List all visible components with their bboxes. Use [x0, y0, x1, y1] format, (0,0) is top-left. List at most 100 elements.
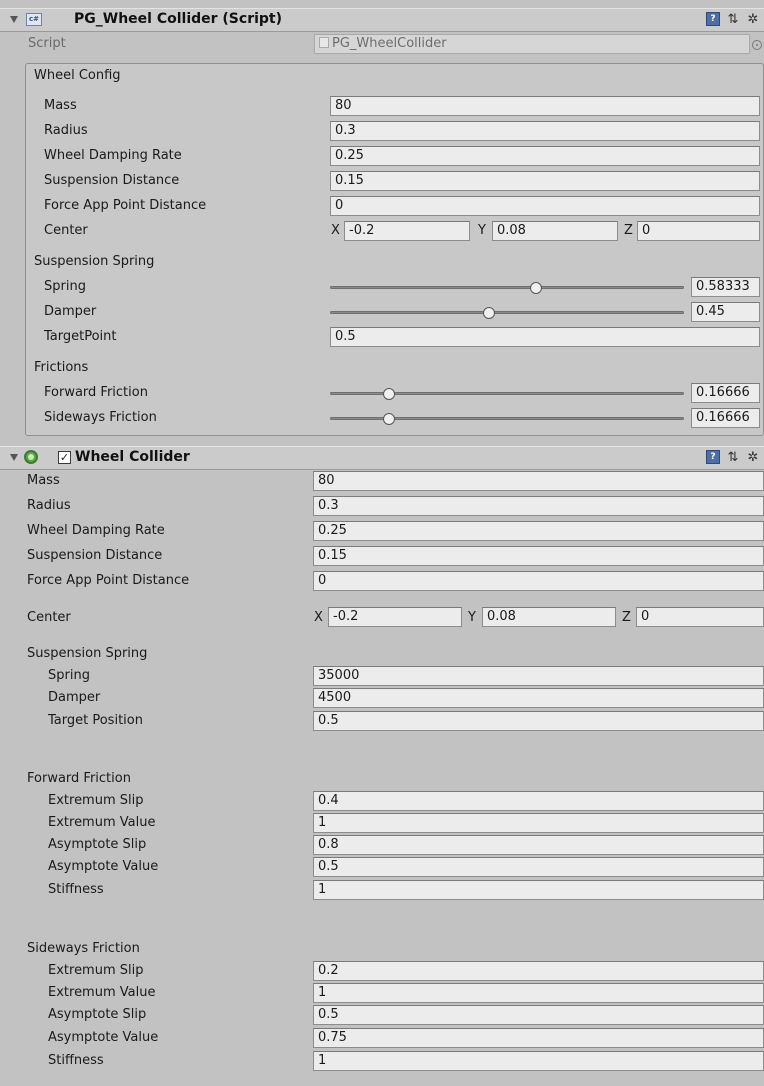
wc-center-z-field[interactable]: 0: [636, 607, 764, 627]
wc-side-asymptote-slip-label: Asymptote Slip: [48, 1007, 147, 1022]
pg-suspension-distance-label: Suspension Distance: [44, 173, 180, 188]
pg-sideways-friction-label: Sideways Friction: [44, 410, 157, 425]
help-book-icon[interactable]: ?: [706, 450, 720, 464]
preset-icon[interactable]: ⇅: [726, 12, 740, 27]
wc-fwd-stiffness-label: Stiffness: [48, 882, 104, 897]
wc-damper-field[interactable]: 4500: [313, 688, 764, 708]
component-title: PG_Wheel Collider (Script): [74, 11, 283, 27]
wc-fwd-stiffness-field[interactable]: 1: [313, 880, 764, 900]
wc-forward-friction-heading: Forward Friction: [27, 771, 131, 786]
pg-center-z-field[interactable]: 0: [637, 221, 760, 241]
wc-force-app-label: Force App Point Distance: [27, 573, 190, 588]
wc-center-x-label: X: [314, 610, 323, 625]
wc-spring-label: Spring: [48, 668, 90, 683]
wc-center-z-label: Z: [622, 610, 631, 625]
script-field[interactable]: PG_WheelCollider: [314, 34, 750, 54]
wc-fwd-extremum-slip-field[interactable]: 0.4: [313, 791, 764, 811]
pg-mass-field[interactable]: 80: [330, 96, 760, 116]
pg-frictions-heading: Frictions: [34, 360, 89, 375]
object-picker-icon[interactable]: [752, 40, 762, 50]
gear-icon[interactable]: ✲: [746, 12, 760, 27]
wc-side-asymptote-value-field[interactable]: 0.75: [313, 1028, 764, 1048]
pg-suspension-distance-field[interactable]: 0.15: [330, 171, 760, 191]
pg-damper-slider-track[interactable]: [330, 311, 684, 314]
pg-targetpoint-label: TargetPoint: [44, 329, 117, 344]
pg-sideways-friction-field[interactable]: 0.16666: [691, 408, 760, 428]
pg-damper-label: Damper: [44, 304, 97, 319]
pg-center-label: Center: [44, 223, 88, 238]
pg-sideways-friction-slider-thumb[interactable]: [382, 413, 395, 425]
pg-center-z-label: Z: [624, 223, 633, 238]
wc-fwd-asymptote-slip-label: Asymptote Slip: [48, 837, 147, 852]
wc-force-app-field[interactable]: 0: [313, 571, 764, 591]
help-book-icon[interactable]: ?: [706, 12, 720, 26]
wc-damper-label: Damper: [48, 690, 101, 705]
pg-damping-field[interactable]: 0.25: [330, 146, 760, 166]
wc-target-position-field[interactable]: 0.5: [313, 711, 764, 731]
wheel-config-panel: [25, 63, 764, 436]
wc-side-extremum-value-label: Extremum Value: [48, 985, 156, 1000]
csharp-script-icon: c#: [26, 13, 42, 26]
wc-side-extremum-slip-field[interactable]: 0.2: [313, 961, 764, 981]
wc-center-x-field[interactable]: -0.2: [328, 607, 462, 627]
wc-side-extremum-slip-label: Extremum Slip: [48, 963, 144, 978]
pg-targetpoint-field[interactable]: 0.5: [330, 327, 760, 347]
pg-spring-field[interactable]: 0.58333: [691, 277, 760, 297]
preset-icon[interactable]: ⇅: [726, 450, 740, 465]
pg-center-x-label: X: [331, 223, 340, 238]
wc-damping-label: Wheel Damping Rate: [27, 523, 165, 538]
wc-side-extremum-value-field[interactable]: 1: [313, 983, 764, 1003]
pg-component-header[interactable]: c# PG_Wheel Collider (Script) ? ⇅ ✲: [0, 8, 764, 32]
pg-mass-label: Mass: [44, 98, 77, 113]
wc-fwd-asymptote-slip-field[interactable]: 0.8: [313, 835, 764, 855]
wc-center-y-field[interactable]: 0.08: [482, 607, 616, 627]
pg-forward-friction-field[interactable]: 0.16666: [691, 383, 760, 403]
fold-arrow-icon[interactable]: [10, 454, 18, 461]
script-value: PG_WheelCollider: [332, 36, 447, 51]
wc-side-asymptote-value-label: Asymptote Value: [48, 1030, 159, 1045]
enabled-checkbox[interactable]: ✓: [58, 451, 71, 464]
wc-sideways-friction-heading: Sideways Friction: [27, 941, 140, 956]
wc-spring-field[interactable]: 35000: [313, 666, 764, 686]
wc-mass-field[interactable]: 80: [313, 471, 764, 491]
pg-center-y-field[interactable]: 0.08: [492, 221, 618, 241]
wc-target-position-label: Target Position: [48, 713, 143, 728]
script-file-icon: [319, 37, 329, 48]
pg-radius-field[interactable]: 0.3: [330, 121, 760, 141]
script-label: Script: [28, 36, 66, 51]
wc-side-stiffness-field[interactable]: 1: [313, 1051, 764, 1071]
pg-radius-label: Radius: [44, 123, 88, 138]
wc-center-y-label: Y: [468, 610, 476, 625]
pg-forward-friction-slider-thumb[interactable]: [382, 388, 395, 400]
wc-fwd-asymptote-value-field[interactable]: 0.5: [313, 857, 764, 877]
wheel-config-heading: Wheel Config: [34, 68, 121, 83]
wheel-collider-title: Wheel Collider: [75, 449, 190, 465]
wc-suspension-distance-field[interactable]: 0.15: [313, 546, 764, 566]
pg-center-y-label: Y: [478, 223, 486, 238]
wc-fwd-extremum-value-field[interactable]: 1: [313, 813, 764, 833]
pg-forward-friction-label: Forward Friction: [44, 385, 148, 400]
wc-suspension-distance-label: Suspension Distance: [27, 548, 163, 563]
wheel-collider-component-icon: [24, 450, 38, 464]
fold-arrow-icon[interactable]: [10, 16, 18, 23]
pg-damper-field[interactable]: 0.45: [691, 302, 760, 322]
wc-center-label: Center: [27, 610, 71, 625]
wc-fwd-asymptote-value-label: Asymptote Value: [48, 859, 159, 874]
wc-radius-field[interactable]: 0.3: [313, 496, 764, 516]
wc-damping-field[interactable]: 0.25: [313, 521, 764, 541]
pg-spring-slider-track[interactable]: [330, 286, 684, 289]
pg-spring-label: Spring: [44, 279, 86, 294]
wc-fwd-extremum-value-label: Extremum Value: [48, 815, 156, 830]
wc-suspension-heading: Suspension Spring: [27, 646, 148, 661]
pg-force-app-field[interactable]: 0: [330, 196, 760, 216]
pg-center-x-field[interactable]: -0.2: [344, 221, 470, 241]
wc-radius-label: Radius: [27, 498, 71, 513]
pg-damping-label: Wheel Damping Rate: [44, 148, 182, 163]
pg-force-app-label: Force App Point Distance: [44, 198, 207, 213]
wc-mass-label: Mass: [27, 473, 60, 488]
wc-side-asymptote-slip-field[interactable]: 0.5: [313, 1005, 764, 1025]
pg-suspension-heading: Suspension Spring: [34, 254, 155, 269]
wheel-collider-header[interactable]: ✓ Wheel Collider ? ⇅ ✲: [0, 446, 764, 470]
gear-icon[interactable]: ✲: [746, 450, 760, 465]
wc-side-stiffness-label: Stiffness: [48, 1053, 104, 1068]
